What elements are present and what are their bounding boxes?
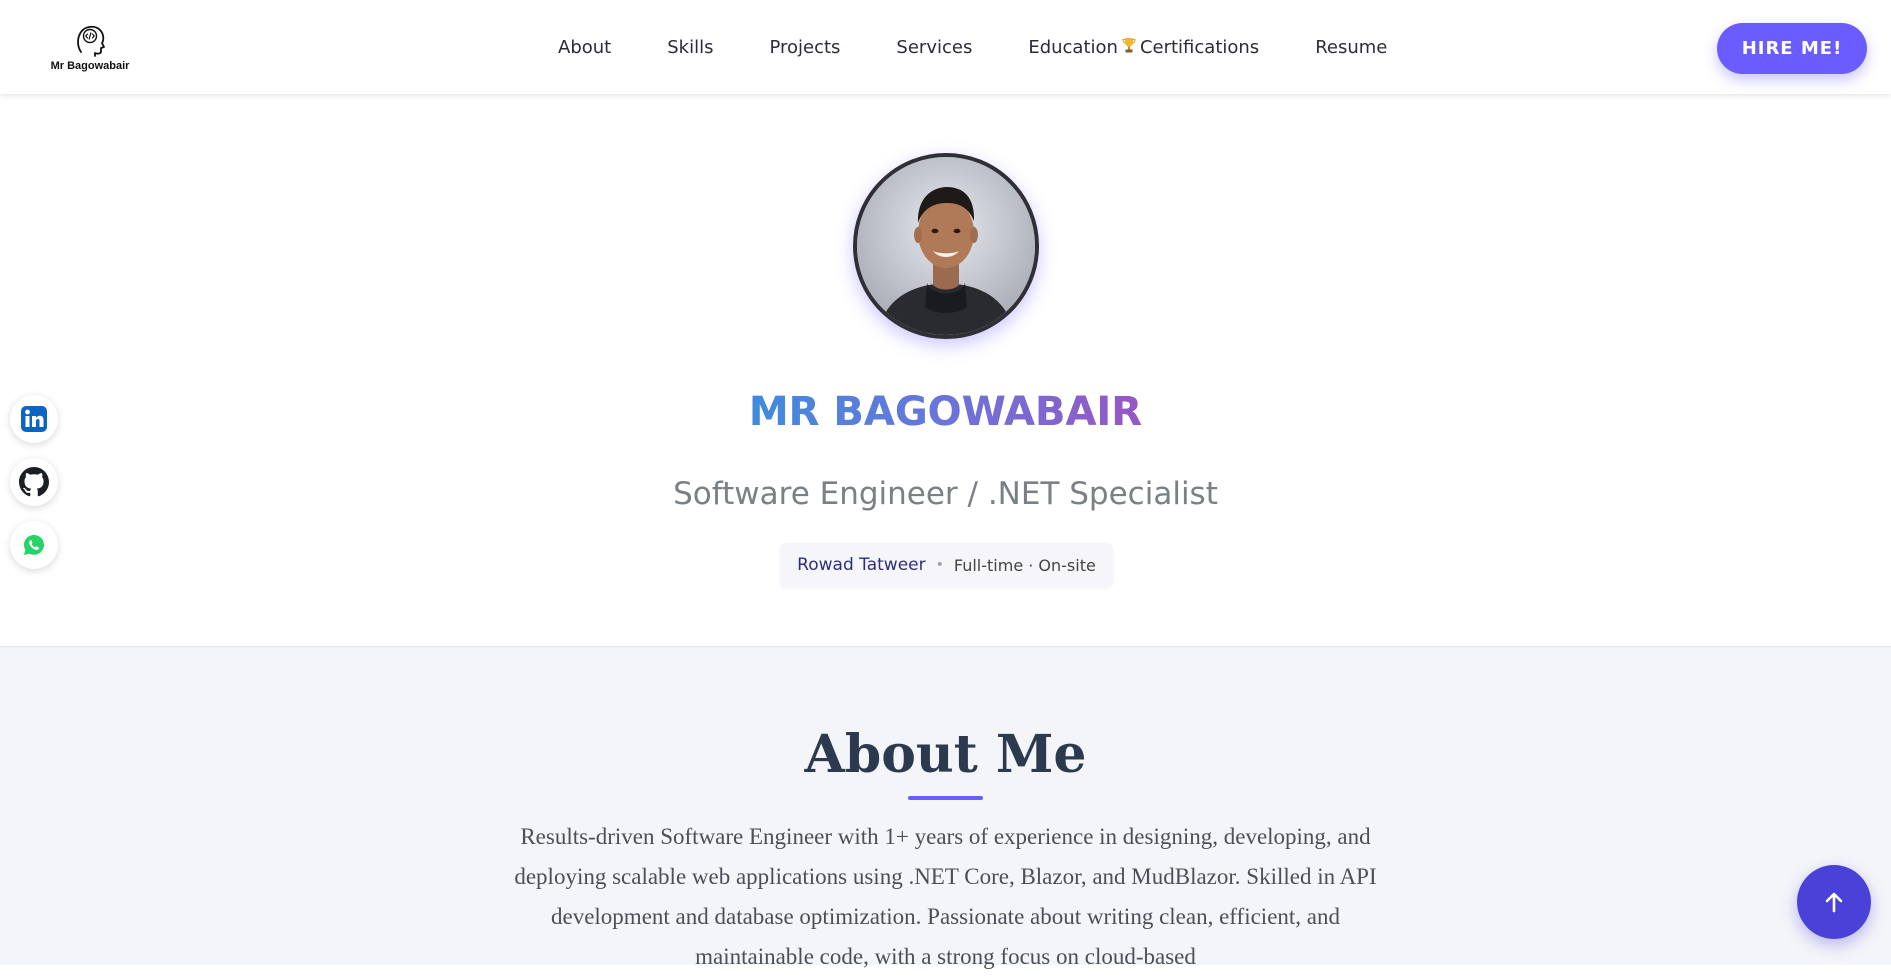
hero-role: Software Engineer / .NET Specialist <box>673 476 1218 512</box>
nav-links: About Skills Projects Services Education… <box>530 0 1415 94</box>
profile-photo <box>857 157 1035 335</box>
nav-label: Education <box>1028 36 1118 58</box>
head-code-icon <box>77 25 105 57</box>
github-icon <box>19 467 49 497</box>
linkedin-link[interactable] <box>10 395 58 443</box>
arrow-up-icon <box>1825 892 1843 913</box>
separator-dot: • <box>935 557 944 573</box>
about-title: About Me <box>804 724 1087 785</box>
company-name: Rowad Tatweer <box>797 555 926 575</box>
nav-item-resume[interactable]: Resume <box>1300 33 1402 62</box>
top-navbar: Mr Bagowabair About Skills Projects Serv… <box>0 0 1891 94</box>
about-text: Results-driven Software Engineer with 1+… <box>514 824 1377 969</box>
nav-label: Skills <box>667 36 714 58</box>
nav-item-services[interactable]: Services <box>881 33 987 62</box>
hero-section: MR BAGOWABAIR Software Engineer / .NET S… <box>0 94 1891 647</box>
nav-item-projects[interactable]: Projects <box>754 33 855 62</box>
whatsapp-link[interactable] <box>10 521 58 569</box>
avatar <box>853 153 1039 339</box>
nav-item-about[interactable]: About <box>543 33 626 62</box>
nav-label: Resume <box>1315 36 1388 58</box>
nav-item-education[interactable]: Education Certifications <box>1013 33 1274 62</box>
hero-name: MR BAGOWABAIR <box>0 389 1891 435</box>
whatsapp-icon <box>24 535 44 555</box>
linkedin-icon <box>21 406 47 432</box>
nav-label: Certifications <box>1139 36 1260 58</box>
logo-text: Mr Bagowabair <box>50 60 130 72</box>
nav-label: Projects <box>769 36 841 58</box>
company-badge: Rowad Tatweer • Full-time · On-site <box>780 543 1113 587</box>
hire-me-button[interactable]: HIRE ME! <box>1717 23 1867 74</box>
nav-label: About <box>558 36 612 58</box>
employment-type: Full-time · On-site <box>953 555 1096 575</box>
about-section: About Me Results-driven Software Enginee… <box>0 647 1891 969</box>
hero-name-text: MR BAGOWABAIR <box>748 389 1143 435</box>
site-logo[interactable]: Mr Bagowabair <box>30 12 150 82</box>
nav-item-skills[interactable]: Skills <box>652 33 728 62</box>
github-link[interactable] <box>10 458 58 506</box>
nav-label: Services <box>896 36 973 58</box>
trophy-icon <box>1122 37 1136 57</box>
scroll-to-top-button[interactable] <box>1797 865 1871 939</box>
title-underline <box>908 796 983 800</box>
